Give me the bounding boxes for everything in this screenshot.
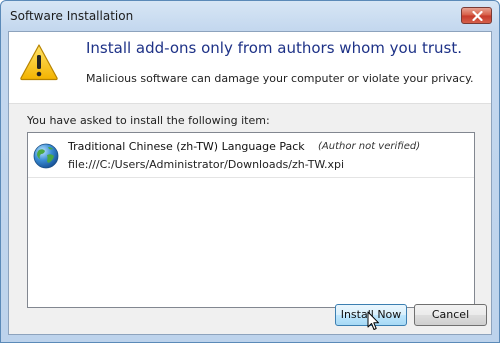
mouse-cursor-icon	[367, 311, 379, 330]
item-author-status: (Author not verified)	[318, 141, 421, 152]
close-button[interactable]	[461, 7, 492, 24]
warning-header: Install add-ons only from authors whom y…	[9, 32, 491, 104]
warning-headline: Install add-ons only from authors whom y…	[86, 39, 462, 57]
install-intro-text: You have asked to install the following …	[27, 114, 270, 127]
close-icon	[472, 11, 483, 21]
warning-icon	[20, 44, 58, 81]
install-dialog: Software Installation Install add-ons on…	[0, 0, 500, 343]
window-title: Software Installation	[10, 9, 134, 23]
list-item[interactable]: Traditional Chinese (zh-TW) Language Pac…	[28, 133, 474, 178]
item-name: Traditional Chinese (zh-TW) Language Pac…	[68, 140, 305, 153]
install-item-list[interactable]: Traditional Chinese (zh-TW) Language Pac…	[27, 132, 475, 308]
title-bar[interactable]: Software Installation	[1, 1, 499, 31]
globe-icon	[33, 143, 59, 169]
item-file-path: file:///C:/Users/Administrator/Downloads…	[68, 158, 345, 171]
dialog-content: Install add-ons only from authors whom y…	[8, 31, 492, 335]
warning-subtext: Malicious software can damage your compu…	[86, 72, 474, 85]
cancel-button[interactable]: Cancel	[414, 304, 487, 326]
